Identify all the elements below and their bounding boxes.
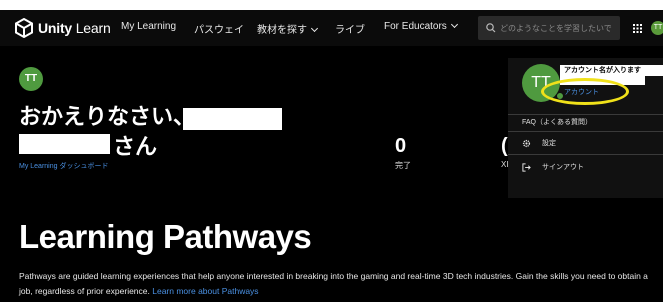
nav-my-learning-label: My Learning <box>121 21 177 32</box>
search-input[interactable] <box>500 16 618 40</box>
nav-for-educators-label: For Educators <box>384 21 447 32</box>
logo-light: Learn <box>75 20 111 36</box>
nav-explore-label: 教材を探す <box>257 25 307 36</box>
learn-more-link[interactable]: Learn more about Pathways <box>152 286 258 296</box>
menu-item-settings-label: 設定 <box>542 140 556 147</box>
search-box[interactable] <box>478 16 620 40</box>
sign-out-icon <box>522 162 531 172</box>
menu-item-settings[interactable]: 設定 <box>522 138 556 148</box>
divider <box>508 131 663 132</box>
page: Unity Learn My Learning パスウェイ 教材を探す ライブ … <box>0 10 663 302</box>
stat-xp-value: ( <box>501 135 508 157</box>
nav-for-educators[interactable]: For Educators <box>384 20 458 32</box>
stat-completed-value: 0 <box>395 135 407 157</box>
account-dropdown: TT アカウント名が入ります アカウント FAQ（よくある質問） 設定 サインア… <box>508 58 663 198</box>
welcome-suffix: さん <box>113 135 158 160</box>
nav-live[interactable]: ライブ <box>335 21 365 36</box>
nav-pathways-label: パスウェイ <box>194 25 244 36</box>
highlight-annotation <box>541 78 629 105</box>
nav-my-learning[interactable]: My Learning <box>121 21 176 32</box>
page-title: Learning Pathways <box>19 218 312 255</box>
account-name: アカウント名が入ります <box>560 65 663 76</box>
search-icon <box>486 23 496 33</box>
dashboard-link[interactable]: My Learning ダッシュボード <box>19 161 108 171</box>
menu-item-faq-label: FAQ（よくある質問） <box>522 119 593 126</box>
nav-live-label: ライブ <box>335 25 365 36</box>
logo-text: Unity Learn <box>38 20 111 36</box>
menu-item-signout-label: サインアウト <box>542 164 584 171</box>
top-margin <box>0 0 663 10</box>
nav-pathways[interactable]: パスウェイ <box>194 21 244 36</box>
redacted-name-block <box>19 134 110 154</box>
gear-icon <box>522 139 531 147</box>
hero-description: Pathways are guided learning experiences… <box>19 269 659 299</box>
stat-completed-label: 完了 <box>395 161 411 170</box>
hero-description-text: Pathways are guided learning experiences… <box>19 271 648 296</box>
unity-logo-icon <box>15 18 33 38</box>
logo-bold: Unity <box>38 20 73 36</box>
chevron-down-icon <box>310 24 319 33</box>
top-nav: Unity Learn My Learning パスウェイ 教材を探す ライブ … <box>0 10 663 46</box>
unity-learn-logo[interactable]: Unity Learn <box>14 18 111 38</box>
menu-item-faq[interactable]: FAQ（よくある質問） <box>522 117 592 127</box>
menu-item-signout[interactable]: サインアウト <box>522 162 584 172</box>
chevron-down-icon <box>450 20 458 29</box>
welcome-heading: おかえりなさい、 <box>19 105 196 130</box>
nav-explore[interactable]: 教材を探す <box>257 21 319 36</box>
nav-avatar[interactable]: TT <box>651 21 663 35</box>
divider <box>508 114 663 115</box>
divider <box>508 154 663 155</box>
apps-grid-icon[interactable] <box>633 24 642 33</box>
redacted-name-block <box>183 108 282 130</box>
avatar: TT <box>19 67 43 91</box>
